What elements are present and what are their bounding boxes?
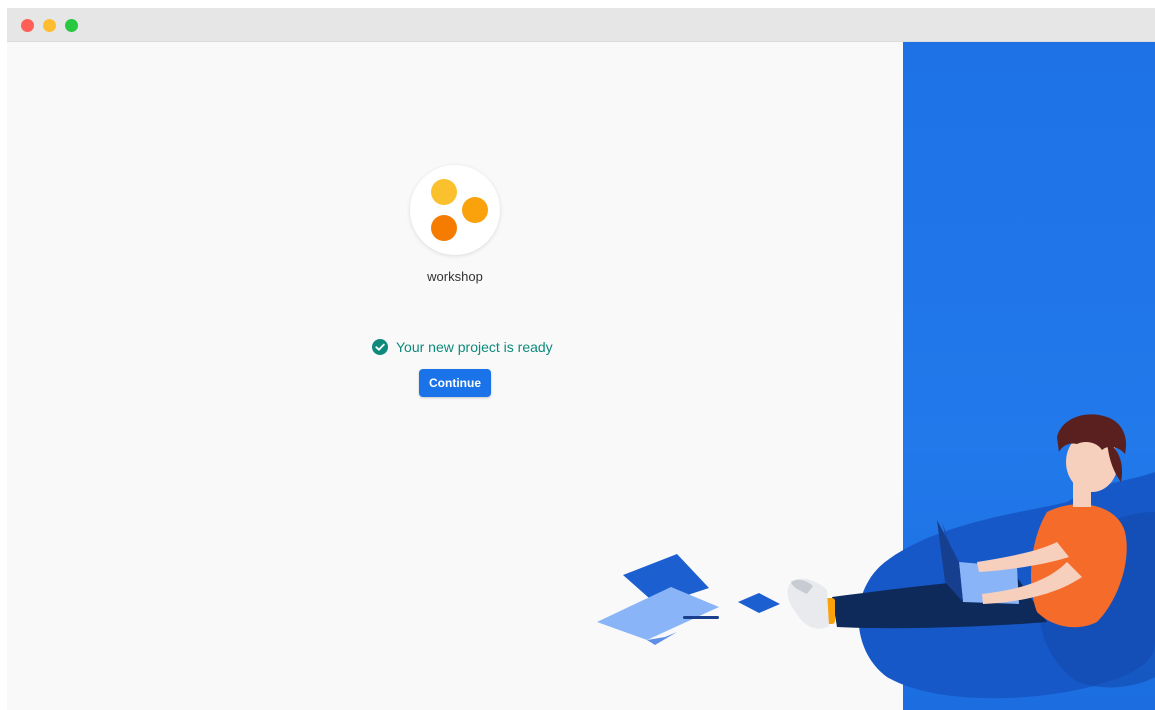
illustration-panel [903, 42, 1155, 710]
app-window: workshop Your new project is ready Conti… [7, 8, 1155, 710]
logo-dot-orange [431, 215, 457, 241]
continue-button[interactable]: Continue [419, 369, 491, 397]
minimize-window-button[interactable] [43, 19, 56, 32]
logo-dot-yellow [431, 179, 457, 205]
status-message: Your new project is ready [372, 338, 553, 356]
title-bar [7, 8, 1155, 42]
close-window-button[interactable] [21, 19, 34, 32]
check-circle-icon [372, 339, 388, 355]
status-text: Your new project is ready [396, 339, 553, 355]
project-logo [410, 165, 500, 255]
logo-dot-amber [462, 197, 488, 223]
main-content: workshop Your new project is ready Conti… [7, 42, 1155, 710]
project-name: workshop [427, 269, 483, 284]
maximize-window-button[interactable] [65, 19, 78, 32]
